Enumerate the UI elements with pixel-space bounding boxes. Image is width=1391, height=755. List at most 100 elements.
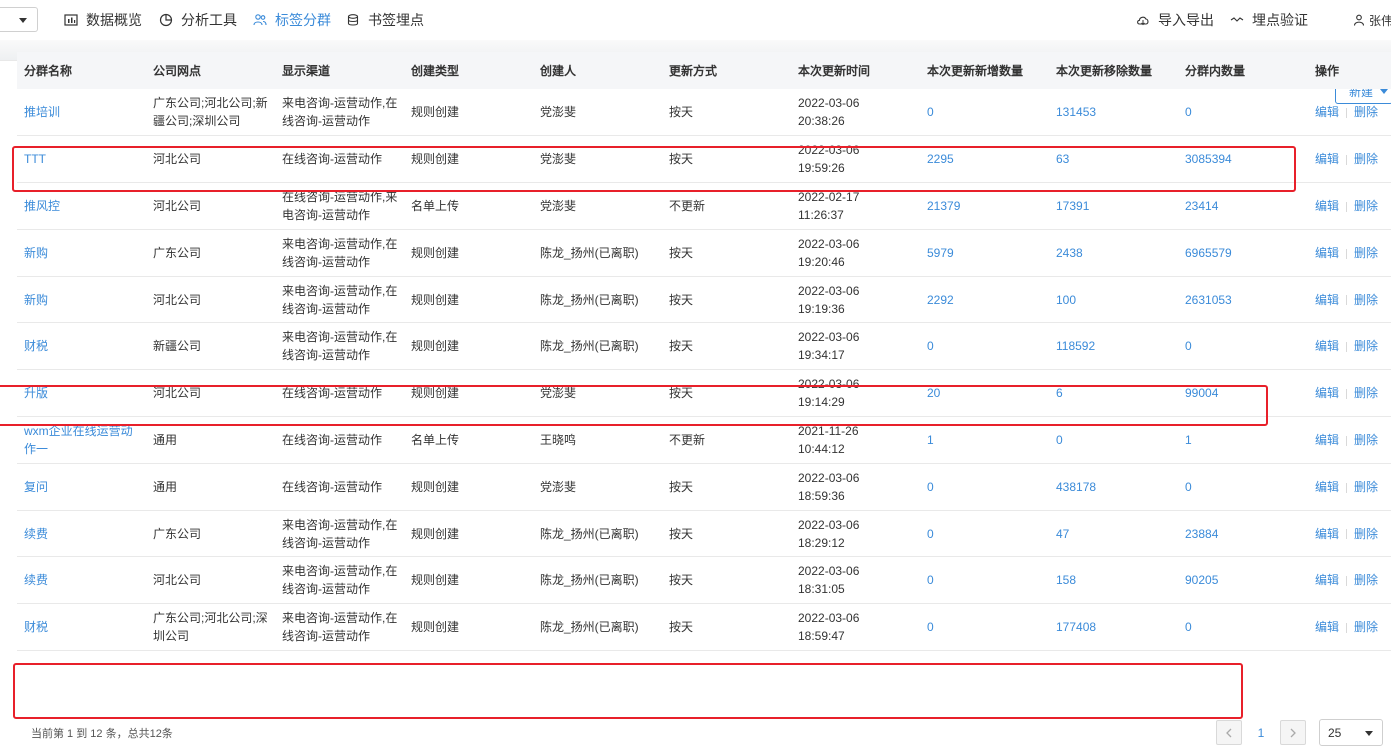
removed-count-link[interactable]: 17391: [1049, 183, 1178, 230]
segment-count-link[interactable]: 3085394: [1178, 136, 1308, 183]
next-page-button[interactable]: [1280, 720, 1306, 745]
edit-link[interactable]: 编辑: [1315, 199, 1339, 213]
update-date: 2022-03-06: [798, 283, 860, 298]
segment-name-link[interactable]: TTT: [17, 136, 146, 183]
added-count-link[interactable]: 2295: [920, 136, 1049, 183]
segment-name-link[interactable]: 复问: [17, 463, 146, 510]
segment-count-link[interactable]: 99004: [1178, 370, 1308, 417]
segment-count-link[interactable]: 90205: [1178, 557, 1308, 604]
added-count-link[interactable]: 0: [920, 463, 1049, 510]
update-time-cell: 2022-03-06 18:31:05: [791, 557, 920, 604]
delete-link[interactable]: 删除: [1354, 246, 1378, 260]
delete-link[interactable]: 删除: [1354, 293, 1378, 307]
removed-count-link[interactable]: 100: [1049, 276, 1178, 323]
segment-count-link[interactable]: 23414: [1178, 183, 1308, 230]
app-switcher-dropdown[interactable]: [0, 7, 38, 32]
page-size-select[interactable]: 25: [1319, 719, 1383, 746]
nav-item-tracking-verify[interactable]: 埋点验证: [1230, 11, 1308, 29]
edit-link[interactable]: 编辑: [1315, 386, 1339, 400]
added-count-link[interactable]: 0: [920, 89, 1049, 136]
nav-item-tag-segment[interactable]: 标签分群: [253, 11, 331, 29]
delete-link[interactable]: 删除: [1354, 152, 1378, 166]
header-creator[interactable]: 创建人: [533, 52, 662, 89]
delete-link[interactable]: 删除: [1354, 199, 1378, 213]
added-count-link[interactable]: 0: [920, 510, 1049, 557]
header-create-type[interactable]: 创建类型: [404, 52, 533, 89]
segment-count-link[interactable]: 2631053: [1178, 276, 1308, 323]
delete-link[interactable]: 删除: [1354, 573, 1378, 587]
segment-count-link[interactable]: 6965579: [1178, 229, 1308, 276]
segment-count-link[interactable]: 0: [1178, 89, 1308, 136]
header-segment-name[interactable]: 分群名称: [17, 52, 146, 89]
removed-count-link[interactable]: 63: [1049, 136, 1178, 183]
added-count-link[interactable]: 0: [920, 604, 1049, 651]
segment-name-link[interactable]: wxm企业在线运营动作一: [17, 417, 146, 464]
edit-link[interactable]: 编辑: [1315, 105, 1339, 119]
prev-page-button[interactable]: [1216, 720, 1242, 745]
edit-link[interactable]: 编辑: [1315, 339, 1339, 353]
segment-name-link[interactable]: 推风控: [17, 183, 146, 230]
removed-count-link[interactable]: 158: [1049, 557, 1178, 604]
header-update-time[interactable]: 本次更新时间: [791, 52, 920, 89]
nav-item-analysis[interactable]: 分析工具: [159, 11, 237, 29]
nav-item-overview[interactable]: 数据概览: [64, 11, 142, 29]
update-time: 11:26:37: [798, 207, 844, 222]
edit-link[interactable]: 编辑: [1315, 573, 1339, 587]
segment-count-link[interactable]: 23884: [1178, 510, 1308, 557]
delete-link[interactable]: 删除: [1354, 433, 1378, 447]
removed-count-link[interactable]: 438178: [1049, 463, 1178, 510]
removed-count-link[interactable]: 0: [1049, 417, 1178, 464]
edit-link[interactable]: 编辑: [1315, 293, 1339, 307]
table-row: 财税 广东公司;河北公司;深圳公司 来电咨询-运营动作,在线咨询-运营动作 规则创建 陈…: [17, 604, 1391, 651]
segment-count-link[interactable]: 0: [1178, 604, 1308, 651]
edit-link[interactable]: 编辑: [1315, 152, 1339, 166]
header-added-count[interactable]: 本次更新新增数量: [920, 52, 1049, 89]
removed-count-link[interactable]: 118592: [1049, 323, 1178, 370]
header-segment-count[interactable]: 分群内数量: [1178, 52, 1308, 89]
update-mode-cell: 不更新: [669, 198, 706, 213]
added-count-link[interactable]: 0: [920, 323, 1049, 370]
header-update-mode[interactable]: 更新方式: [662, 52, 791, 89]
nav-item-bookmark-tracking[interactable]: 书签埋点: [346, 11, 424, 29]
user-menu[interactable]: 张伟: [1352, 11, 1391, 29]
edit-link[interactable]: 编辑: [1315, 620, 1339, 634]
removed-count-link[interactable]: 177408: [1049, 604, 1178, 651]
verify-icon: [1230, 13, 1244, 27]
segment-name-link[interactable]: 新购: [17, 276, 146, 323]
segment-name-link[interactable]: 推培训: [17, 89, 146, 136]
removed-count-link[interactable]: 131453: [1049, 89, 1178, 136]
nav-item-import-export[interactable]: 导入导出: [1136, 11, 1214, 29]
delete-link[interactable]: 删除: [1354, 339, 1378, 353]
added-count-link[interactable]: 2292: [920, 276, 1049, 323]
header-company[interactable]: 公司网点: [146, 52, 275, 89]
added-count-link[interactable]: 5979: [920, 229, 1049, 276]
edit-link[interactable]: 编辑: [1315, 480, 1339, 494]
removed-count-link[interactable]: 47: [1049, 510, 1178, 557]
delete-link[interactable]: 删除: [1354, 527, 1378, 541]
delete-link[interactable]: 删除: [1354, 620, 1378, 634]
added-count-link[interactable]: 20: [920, 370, 1049, 417]
edit-link[interactable]: 编辑: [1315, 246, 1339, 260]
segment-name-link[interactable]: 续费: [17, 510, 146, 557]
removed-count-link[interactable]: 6: [1049, 370, 1178, 417]
segment-count-link[interactable]: 1: [1178, 417, 1308, 464]
added-count-link[interactable]: 21379: [920, 183, 1049, 230]
delete-link[interactable]: 删除: [1354, 480, 1378, 494]
segment-count-link[interactable]: 0: [1178, 323, 1308, 370]
removed-count-link[interactable]: 2438: [1049, 229, 1178, 276]
added-count-link[interactable]: 0: [920, 557, 1049, 604]
delete-link[interactable]: 删除: [1354, 386, 1378, 400]
page-number[interactable]: 1: [1248, 720, 1274, 745]
segment-name-link[interactable]: 财税: [17, 323, 146, 370]
edit-link[interactable]: 编辑: [1315, 527, 1339, 541]
segment-name-link[interactable]: 新购: [17, 229, 146, 276]
delete-link[interactable]: 删除: [1354, 105, 1378, 119]
added-count-link[interactable]: 1: [920, 417, 1049, 464]
segment-count-link[interactable]: 0: [1178, 463, 1308, 510]
segment-name-link[interactable]: 财税: [17, 604, 146, 651]
segment-name-link[interactable]: 续费: [17, 557, 146, 604]
header-channel[interactable]: 显示渠道: [275, 52, 404, 89]
header-removed-count[interactable]: 本次更新移除数量: [1049, 52, 1178, 89]
edit-link[interactable]: 编辑: [1315, 433, 1339, 447]
segment-name-link[interactable]: 升版: [17, 370, 146, 417]
